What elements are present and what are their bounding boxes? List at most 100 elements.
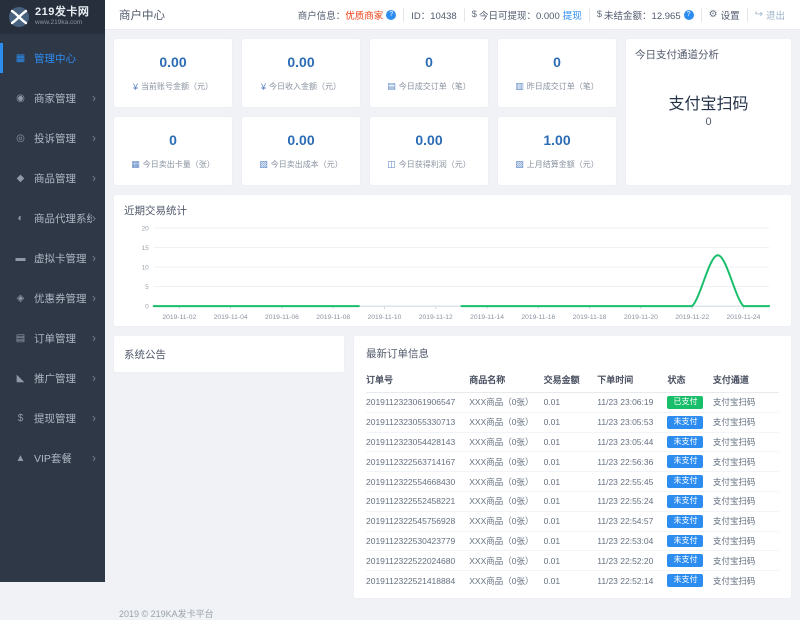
sidebar-item-goods[interactable]: ◆ 商品管理 ›: [0, 158, 105, 198]
product-cell: XXX商品（0张）: [469, 393, 543, 413]
svg-text:2019-11-12: 2019-11-12: [419, 314, 453, 321]
orders-title: 最新订单信息: [366, 346, 779, 361]
pay-channel-count: 0: [626, 116, 791, 128]
announcement-title: 系统公告: [124, 347, 334, 362]
svg-text:2019-11-22: 2019-11-22: [675, 314, 709, 321]
help-icon[interactable]: ?: [386, 10, 396, 20]
svg-text:0: 0: [145, 303, 149, 310]
status-badge: 未支付: [667, 436, 703, 449]
time-cell: 11/23 23:05:44: [597, 432, 667, 452]
pay-channel-panel: 今日支付通道分析 支付宝扫码 0: [625, 38, 792, 186]
info-icon[interactable]: ?: [684, 10, 694, 20]
time-cell: 11/23 22:53:04: [597, 531, 667, 551]
amount-cell: 0.01: [544, 511, 598, 531]
sidebar-item-vip[interactable]: ▲ VIP套餐 ›: [0, 438, 105, 478]
svg-text:2019-11-24: 2019-11-24: [727, 314, 761, 321]
complaint-icon: ◎: [13, 133, 28, 144]
sidebar-item-label: 投诉管理: [34, 131, 92, 146]
gear-icon: ⚙: [709, 9, 718, 20]
svg-text:2019-11-10: 2019-11-10: [368, 314, 402, 321]
sidebar-item-dashboard[interactable]: ▦ 管理中心: [0, 38, 105, 78]
folder-icon: ◫: [387, 159, 396, 170]
amount-cell: 0.01: [544, 571, 598, 590]
order-id-cell: 2019112322522024680: [366, 551, 469, 571]
channel-cell: 支付宝扫码: [713, 452, 779, 472]
order-id-cell: 2019112322563714167: [366, 452, 469, 472]
stats-grid: 0.00 ¥ 当前账号金额（元） 0.00 ¥ 今日收入金额（元） 0: [113, 38, 617, 186]
product-cell: XXX商品（0张）: [469, 432, 543, 452]
merchant-id: ID：10438: [404, 8, 464, 22]
sidebar-item-orders[interactable]: ▤ 订单管理 ›: [0, 318, 105, 358]
status-cell: 未支付: [667, 491, 712, 511]
order-id-cell: 2019112322552458221: [366, 491, 469, 511]
stat-value: 0.00: [287, 132, 314, 148]
settings-button[interactable]: ⚙ 设置: [702, 8, 748, 22]
svg-text:2019-11-16: 2019-11-16: [521, 314, 555, 321]
chevron-right-icon: ›: [92, 212, 96, 224]
stat-value: 0: [553, 54, 561, 70]
chevron-right-icon: ›: [92, 372, 96, 384]
withdraw-icon: $: [13, 413, 28, 424]
card-icon: ▦: [131, 159, 140, 170]
order-id-cell: 2019112322530423779: [366, 531, 469, 551]
brand-logo[interactable]: 219发卡网 www.219ka.com: [0, 0, 105, 34]
stat-card-balance: 0.00 ¥ 当前账号金额（元）: [113, 38, 233, 108]
page-title: 商户中心: [119, 7, 165, 23]
transactions-chart-card: 近期交易统计 051015202019-11-022019-11-042019-…: [113, 194, 792, 327]
table-row: 2019112323054428143 XXX商品（0张） 0.01 11/23…: [366, 432, 779, 452]
chevron-right-icon: ›: [92, 252, 96, 264]
stat-card-income: 0.00 ¥ 今日收入金额（元）: [241, 38, 361, 108]
sidebar-item-label: 商家管理: [34, 91, 92, 106]
time-cell: 11/23 22:52:14: [597, 571, 667, 590]
amount-cell: 0.01: [544, 452, 598, 472]
amount-cell: 0.01: [544, 551, 598, 571]
status-cell: 未支付: [667, 472, 712, 492]
svg-text:2019-11-04: 2019-11-04: [214, 314, 248, 321]
sidebar: 219发卡网 www.219ka.com ▦ 管理中心 ◉ 商家管理 › ◎ 投…: [0, 0, 105, 582]
report-icon: ▨: [515, 159, 524, 170]
sidebar-item-complaint[interactable]: ◎ 投诉管理 ›: [0, 118, 105, 158]
stat-card-yesterday-orders: 0 ▥ 昨日成交订单（笔）: [497, 38, 617, 108]
sidebar-item-promotion[interactable]: ◣ 推广管理 ›: [0, 358, 105, 398]
chevron-right-icon: ›: [92, 332, 96, 344]
withdraw-link[interactable]: 提现: [563, 8, 582, 22]
table-row: 2019112322563714167 XXX商品（0张） 0.01 11/23…: [366, 452, 779, 472]
table-row: 2019112322545756928 XXX商品（0张） 0.01 11/23…: [366, 511, 779, 531]
channel-cell: 支付宝扫码: [713, 393, 779, 413]
logout-button[interactable]: ↪ 退出: [748, 8, 792, 22]
chart-title: 近期交易统计: [124, 203, 781, 218]
svg-text:20: 20: [142, 225, 150, 232]
amount-cell: 0.01: [544, 491, 598, 511]
withdrawable-group: $ 今日可提现：0.000 提现: [465, 8, 590, 22]
svg-text:5: 5: [145, 284, 149, 291]
sidebar-item-agent[interactable]: ◐ 商品代理系统 ›: [0, 198, 105, 238]
sidebar-item-coupon[interactable]: ◈ 优惠券管理 ›: [0, 278, 105, 318]
svg-text:15: 15: [142, 245, 150, 252]
merchant-info: 商户信息： 优质商家 ?: [291, 8, 405, 22]
status-cell: 未支付: [667, 511, 712, 531]
status-badge: 未支付: [667, 535, 703, 548]
dashboard-icon: ▦: [13, 53, 28, 64]
sidebar-item-label: 管理中心: [34, 51, 96, 66]
sidebar-item-withdraw[interactable]: $ 提现管理 ›: [0, 398, 105, 438]
svg-text:2019-11-20: 2019-11-20: [624, 314, 658, 321]
merchant-icon: ◉: [13, 93, 28, 104]
channel-cell: 支付宝扫码: [713, 432, 779, 452]
stat-label: 今日卖出卡量（张）: [143, 159, 215, 170]
amount-cell: 0.01: [544, 472, 598, 492]
status-cell: 未支付: [667, 412, 712, 432]
order-id-cell: 2019112323054428143: [366, 432, 469, 452]
sidebar-item-label: 订单管理: [34, 331, 92, 346]
stat-label: 当前账号金额（元）: [141, 81, 213, 92]
product-cell: XXX商品（0张）: [469, 452, 543, 472]
brand-logo-icon: [8, 6, 30, 28]
sidebar-item-merchant[interactable]: ◉ 商家管理 ›: [0, 78, 105, 118]
stat-value: 0: [425, 54, 433, 70]
sidebar-item-virtual-card[interactable]: ▬ 虚拟卡管理 ›: [0, 238, 105, 278]
svg-text:2019-11-08: 2019-11-08: [316, 314, 350, 321]
product-cell: XXX商品（0张）: [469, 551, 543, 571]
status-cell: 未支付: [667, 432, 712, 452]
svg-text:2019-11-02: 2019-11-02: [162, 314, 196, 321]
product-cell: XXX商品（0张）: [469, 472, 543, 492]
table-row: 2019112322521418884 XXX商品（0张） 0.01 11/23…: [366, 571, 779, 590]
